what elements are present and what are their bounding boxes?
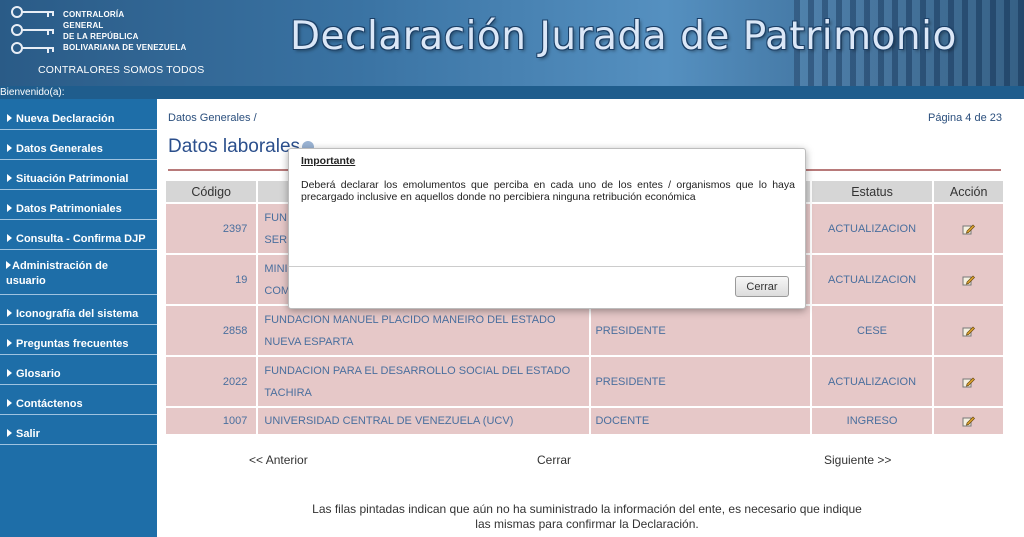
modal-overlay: Importante Deberá declarar los emolument… xyxy=(0,0,1024,537)
importante-dialog: Importante Deberá declarar los emolument… xyxy=(288,148,806,309)
close-button[interactable]: Cerrar xyxy=(735,276,789,297)
dialog-message: Deberá declarar los emolumentos que perc… xyxy=(301,179,795,203)
dialog-divider xyxy=(289,266,805,267)
dialog-title: Importante xyxy=(301,155,356,167)
